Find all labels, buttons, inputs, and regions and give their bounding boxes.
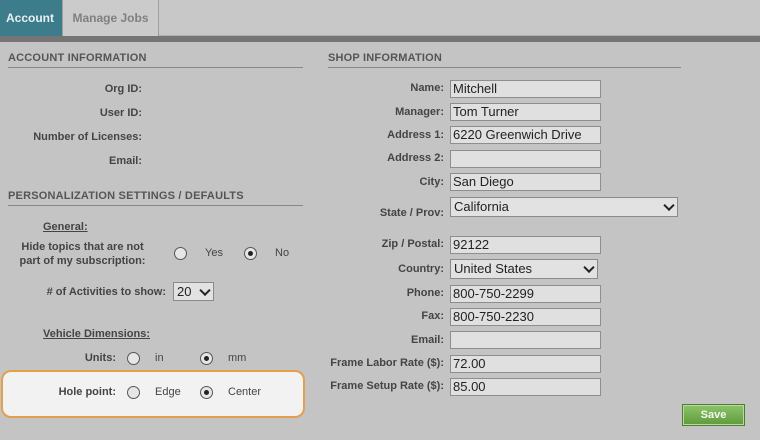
shop-name-input[interactable]: Mitchell bbox=[450, 80, 601, 98]
address1-input[interactable]: 6220 Greenwich Drive bbox=[450, 126, 601, 144]
hide-topics-label-line1: Hide topics that are not bbox=[21, 241, 144, 253]
tab-underline bbox=[0, 36, 760, 42]
chevron-down-icon bbox=[583, 261, 595, 274]
tab-account[interactable]: Account bbox=[0, 0, 63, 36]
org-id-label: Org ID: bbox=[104, 83, 142, 95]
zip-input[interactable]: 92122 bbox=[450, 236, 601, 254]
personalization-title: PERSONALIZATION SETTINGS / DEFAULTS bbox=[8, 190, 303, 206]
activities-select[interactable]: 20 bbox=[173, 282, 214, 301]
city-input[interactable]: San Diego bbox=[450, 173, 601, 191]
chevron-down-icon bbox=[199, 284, 211, 296]
fax-label: Fax: bbox=[421, 310, 444, 322]
setup-rate-input[interactable]: 85.00 bbox=[450, 378, 601, 396]
hide-topics-label: Hide topics that are not part of my subs… bbox=[0, 240, 165, 268]
fax-input[interactable]: 800-750-2230 bbox=[450, 308, 601, 326]
country-label: Country: bbox=[398, 263, 444, 275]
licenses-label: Number of Licenses: bbox=[33, 131, 142, 143]
phone-label: Phone: bbox=[406, 287, 444, 299]
general-label: General: bbox=[43, 221, 88, 233]
units-in-label: in bbox=[155, 352, 164, 364]
hole-point-center-radio[interactable] bbox=[200, 386, 213, 399]
shop-email-label: Email: bbox=[410, 334, 444, 346]
hide-topics-no-label: No bbox=[275, 247, 290, 259]
units-in-radio[interactable] bbox=[127, 352, 140, 365]
units-label: Units: bbox=[84, 352, 116, 364]
hide-topics-yes-radio[interactable] bbox=[174, 247, 187, 260]
zip-label: Zip / Postal: bbox=[381, 238, 444, 250]
activities-label: # of Activities to show: bbox=[46, 286, 166, 298]
tab-manage-jobs[interactable]: Manage Jobs bbox=[63, 0, 159, 36]
address2-label: Address 2: bbox=[387, 152, 444, 164]
hole-point-edge-label: Edge bbox=[155, 386, 181, 398]
hole-point-label: Hole point: bbox=[58, 386, 116, 398]
chevron-down-icon bbox=[663, 199, 675, 212]
address1-label: Address 1: bbox=[387, 129, 444, 141]
state-value: California bbox=[454, 199, 509, 214]
city-label: City: bbox=[419, 176, 444, 188]
hide-topics-yes-label: Yes bbox=[205, 247, 223, 259]
labor-rate-label: Frame Labor Rate ($): bbox=[330, 357, 444, 369]
hole-point-center-label: Center bbox=[228, 386, 262, 398]
setup-rate-label: Frame Setup Rate ($): bbox=[330, 380, 444, 392]
state-select[interactable]: California bbox=[450, 197, 678, 217]
hide-topics-label-line2: part of my subscription: bbox=[19, 255, 146, 267]
manager-label: Manager: bbox=[395, 106, 444, 118]
account-email-label: Email: bbox=[108, 155, 142, 167]
units-mm-label: mm bbox=[228, 352, 247, 364]
hole-point-edge-radio[interactable] bbox=[127, 386, 140, 399]
manager-input[interactable]: Tom Turner bbox=[450, 103, 601, 121]
save-button[interactable]: Save bbox=[682, 404, 745, 426]
activities-value: 20 bbox=[177, 284, 192, 299]
shop-email-input[interactable] bbox=[450, 331, 601, 349]
state-label: State / Prov: bbox=[379, 207, 444, 219]
tab-bar: Account Manage Jobs bbox=[0, 0, 760, 36]
shop-name-label: Name: bbox=[410, 82, 444, 94]
hide-topics-no-radio[interactable] bbox=[244, 247, 257, 260]
user-id-label: User ID: bbox=[99, 107, 142, 119]
address2-input[interactable] bbox=[450, 150, 601, 168]
country-value: United States bbox=[454, 261, 533, 276]
shop-info-title: SHOP INFORMATION bbox=[328, 52, 681, 68]
account-info-title: ACCOUNT INFORMATION bbox=[8, 52, 303, 68]
country-select[interactable]: United States bbox=[450, 259, 598, 279]
labor-rate-input[interactable]: 72.00 bbox=[450, 355, 601, 373]
units-mm-radio[interactable] bbox=[200, 352, 213, 365]
phone-input[interactable]: 800-750-2299 bbox=[450, 285, 601, 303]
vehicle-dimensions-label: Vehicle Dimensions: bbox=[43, 328, 150, 340]
